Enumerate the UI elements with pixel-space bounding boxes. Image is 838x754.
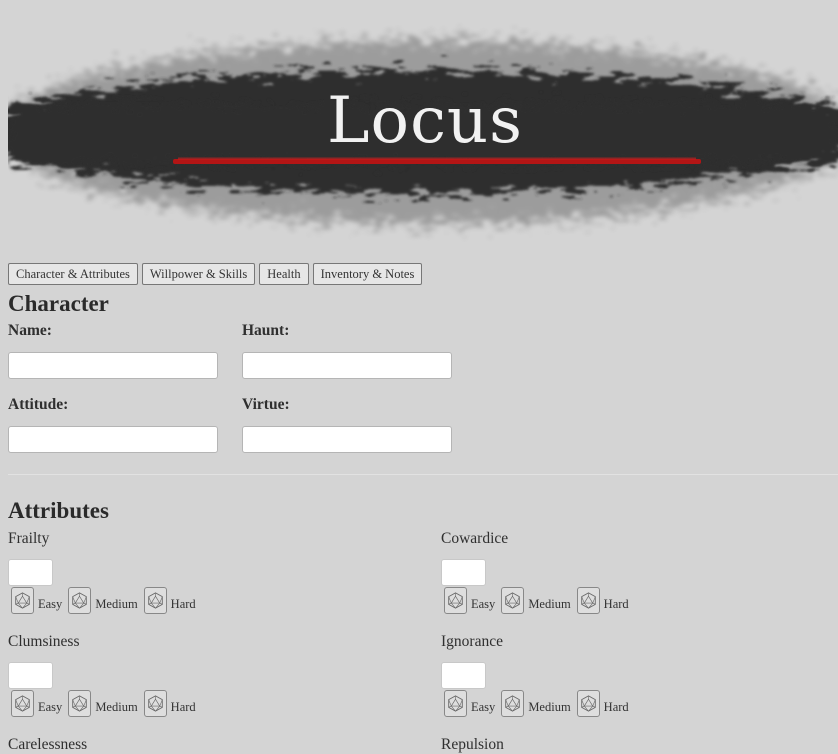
roll-medium-label: Medium [528, 597, 571, 611]
d20-icon [72, 592, 88, 609]
attribute-label-cowardice: Cowardice [441, 530, 509, 547]
attribute-input-cowardice[interactable] [441, 559, 486, 586]
d20-icon [448, 592, 463, 609]
attribute-label-repulsion: Repulsion [441, 736, 504, 753]
roll-hard-button[interactable] [143, 690, 167, 717]
d20-icon [15, 695, 30, 712]
roll-buttons-cowardice: Easy Medium Hard [444, 587, 635, 614]
tab-health[interactable]: Health [259, 263, 309, 285]
roll-buttons-clumsiness: Easy Medium Hard [11, 690, 202, 717]
d20-icon [505, 592, 521, 609]
d20-icon [147, 695, 163, 712]
roll-hard-button[interactable] [576, 690, 600, 717]
d20-icon [72, 695, 88, 712]
d20-icon [147, 592, 163, 609]
roll-easy-label: Easy [38, 597, 63, 611]
attribute-input-clumsiness[interactable] [8, 662, 53, 689]
roll-easy-label: Easy [38, 700, 63, 714]
roll-hard-button[interactable] [143, 587, 167, 614]
roll-hard-label: Hard [603, 597, 629, 611]
attribute-input-frailty[interactable] [8, 559, 53, 586]
name-input[interactable] [8, 352, 218, 379]
attitude-label: Attitude: [8, 396, 69, 413]
header-banner: Locus [8, 0, 838, 262]
virtue-label: Virtue: [242, 396, 290, 413]
roll-easy-label: Easy [471, 700, 496, 714]
roll-buttons-ignorance: Easy Medium Hard [444, 690, 635, 717]
d20-icon [580, 592, 596, 609]
roll-easy-button[interactable] [11, 690, 34, 717]
attribute-label-carelessness: Carelessness [8, 736, 88, 753]
roll-easy-label: Easy [471, 597, 496, 611]
haunt-label: Haunt: [242, 322, 290, 339]
roll-medium-button[interactable] [501, 587, 525, 614]
virtue-input[interactable] [242, 426, 452, 453]
attribute-input-ignorance[interactable] [441, 662, 486, 689]
d20-icon [448, 695, 463, 712]
haunt-input[interactable] [242, 352, 452, 379]
roll-medium-button[interactable] [68, 690, 92, 717]
tab-inventory-notes[interactable]: Inventory & Notes [312, 263, 423, 285]
attribute-label-ignorance: Ignorance [441, 633, 503, 650]
roll-easy-button[interactable] [11, 587, 34, 614]
banner-title: Locus [327, 84, 523, 158]
tab-willpower-skills[interactable]: Willpower & Skills [141, 263, 256, 285]
roll-medium-button[interactable] [68, 587, 92, 614]
d20-icon [15, 592, 30, 609]
character-heading: Character [8, 291, 109, 316]
d20-icon [580, 695, 596, 712]
attribute-label-clumsiness: Clumsiness [8, 633, 80, 650]
name-label: Name: [8, 322, 52, 339]
section-divider [8, 474, 838, 475]
attribute-label-frailty: Frailty [8, 530, 50, 547]
attributes-heading: Attributes [8, 498, 109, 523]
d20-icon [505, 695, 521, 712]
attitude-input[interactable] [8, 426, 218, 453]
roll-hard-label: Hard [603, 700, 629, 714]
roll-easy-button[interactable] [444, 587, 467, 614]
roll-medium-label: Medium [95, 597, 138, 611]
roll-medium-button[interactable] [501, 690, 525, 717]
roll-hard-label: Hard [170, 597, 196, 611]
roll-medium-label: Medium [95, 700, 138, 714]
tab-character-attributes[interactable]: Character & Attributes [8, 263, 138, 285]
roll-buttons-frailty: Easy Medium Hard [11, 587, 202, 614]
roll-easy-button[interactable] [444, 690, 467, 717]
roll-medium-label: Medium [528, 700, 571, 714]
tab-bar: Character & Attributes Willpower & Skill… [8, 263, 423, 285]
roll-hard-button[interactable] [576, 587, 600, 614]
roll-hard-label: Hard [170, 700, 196, 714]
